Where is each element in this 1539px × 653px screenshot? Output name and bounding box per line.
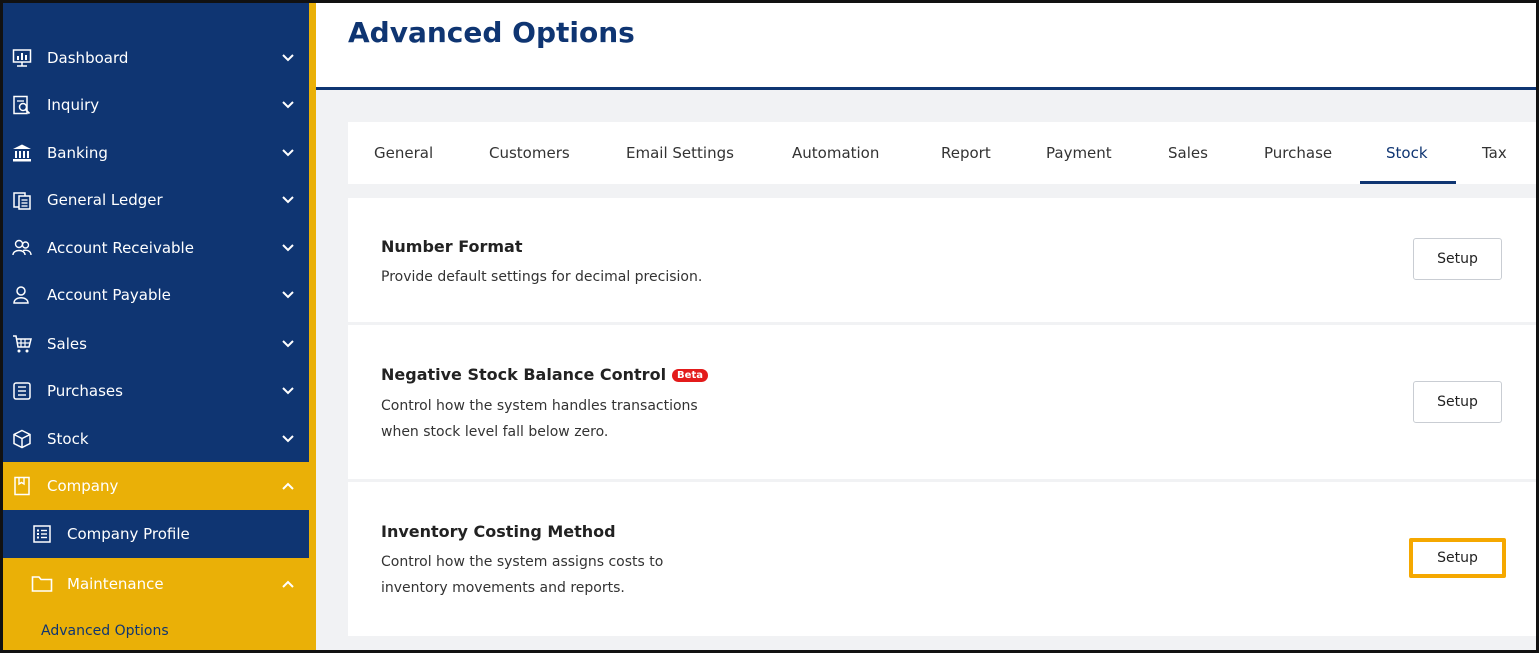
card-description-line: inventory movements and reports. [381,580,625,596]
sidebar-item-company-profile[interactable]: Company Profile [3,510,309,558]
setting-card-negative-stock: Negative Stock Balance Control Beta Contr… [348,325,1536,479]
sidebar-divider [309,3,316,650]
sidebar-item-inquiry[interactable]: Inquiry [3,81,309,128]
card-description: Control how the system handles transacti… [381,393,801,445]
chevron-down-icon [281,384,295,398]
chevron-up-icon [281,577,295,591]
card-description-line: Control how the system handles transacti… [381,398,698,414]
tab-automation[interactable]: Automation [792,122,879,184]
tab-general[interactable]: General [374,122,433,184]
list-icon [31,523,53,545]
card-description-line: Control how the system assigns costs to [381,554,664,570]
payable-icon [11,284,33,306]
sidebar-item-label: Banking [47,143,108,162]
chevron-down-icon [281,288,295,302]
sidebar-item-banking[interactable]: Banking [3,129,309,176]
tab-sales[interactable]: Sales [1168,122,1208,184]
card-title: Number Format [381,237,523,256]
chevron-down-icon [281,51,295,65]
sidebar: Dashboard Inquiry Banking General Ledger… [3,3,309,650]
chevron-up-icon [281,479,295,493]
tab-email-settings[interactable]: Email Settings [626,122,734,184]
sidebar-item-label: Stock [47,429,89,448]
sidebar-item-advanced-options[interactable]: Advanced Options [3,609,309,650]
card-description-line: when stock level fall below zero. [381,424,609,440]
bank-icon [11,142,33,164]
setting-card-number-format: Number Format Provide default settings f… [348,198,1536,322]
sidebar-item-account-receivable[interactable]: Account Receivable [3,224,309,271]
inquiry-icon [11,94,33,116]
sidebar-item-sales[interactable]: Sales [3,320,309,367]
card-description: Control how the system assigns costs to … [381,549,801,601]
folder-icon [31,573,53,595]
sidebar-item-label: Company [47,477,119,495]
tab-purchase[interactable]: Purchase [1264,122,1332,184]
sidebar-item-general-ledger[interactable]: General Ledger [3,176,309,223]
receivable-icon [11,237,33,259]
sidebar-item-label: General Ledger [47,190,163,209]
dashboard-icon [11,47,33,69]
setting-card-inventory-costing: Inventory Costing Method Control how the… [348,482,1536,636]
sidebar-item-company[interactable]: Company [3,462,309,510]
tab-tax[interactable]: Tax [1482,122,1507,184]
bookmark-icon [11,475,33,497]
ledger-icon [11,189,33,211]
sidebar-item-maintenance[interactable]: Maintenance [3,558,309,609]
sidebar-item-label: Sales [47,334,87,353]
sidebar-item-label: Dashboard [47,48,129,67]
sidebar-item-stock[interactable]: Stock [3,415,309,462]
sidebar-item-account-payable[interactable]: Account Payable [3,271,309,318]
tab-bar: General Customers Email Settings Automat… [348,122,1536,184]
sidebar-item-label: Maintenance [67,574,164,593]
sidebar-item-label: Inquiry [47,95,100,114]
active-tab-indicator [1360,181,1456,184]
chevron-down-icon [281,98,295,112]
card-title: Negative Stock Balance Control [381,365,667,384]
sidebar-item-label: Purchases [47,381,123,400]
chevron-down-icon [281,432,295,446]
tab-payment[interactable]: Payment [1046,122,1112,184]
chevron-down-icon [281,146,295,160]
page-title: Advanced Options [348,16,635,49]
setup-button-number-format[interactable]: Setup [1413,238,1502,280]
sidebar-item-purchases[interactable]: Purchases [3,367,309,414]
card-title-wrapper: Negative Stock Balance Control Beta [381,365,708,384]
chevron-down-icon [281,193,295,207]
beta-badge: Beta [672,369,708,382]
sidebar-item-label: Company Profile [67,525,190,543]
setup-button-inventory-costing[interactable]: Setup [1409,538,1506,578]
chevron-down-icon [281,241,295,255]
cart-icon [11,333,33,355]
tab-customers[interactable]: Customers [489,122,570,184]
box-icon [11,428,33,450]
card-title: Inventory Costing Method [381,522,616,541]
sidebar-item-dashboard[interactable]: Dashboard [3,34,309,81]
setup-button-negative-stock[interactable]: Setup [1413,381,1502,423]
sidebar-item-label: Account Payable [47,285,171,304]
purchases-icon [11,380,33,402]
sidebar-item-label: Account Receivable [47,238,194,257]
tab-report[interactable]: Report [941,122,991,184]
tab-stock[interactable]: Stock [1386,122,1428,184]
card-description: Provide default settings for decimal pre… [381,269,703,285]
chevron-down-icon [281,337,295,351]
